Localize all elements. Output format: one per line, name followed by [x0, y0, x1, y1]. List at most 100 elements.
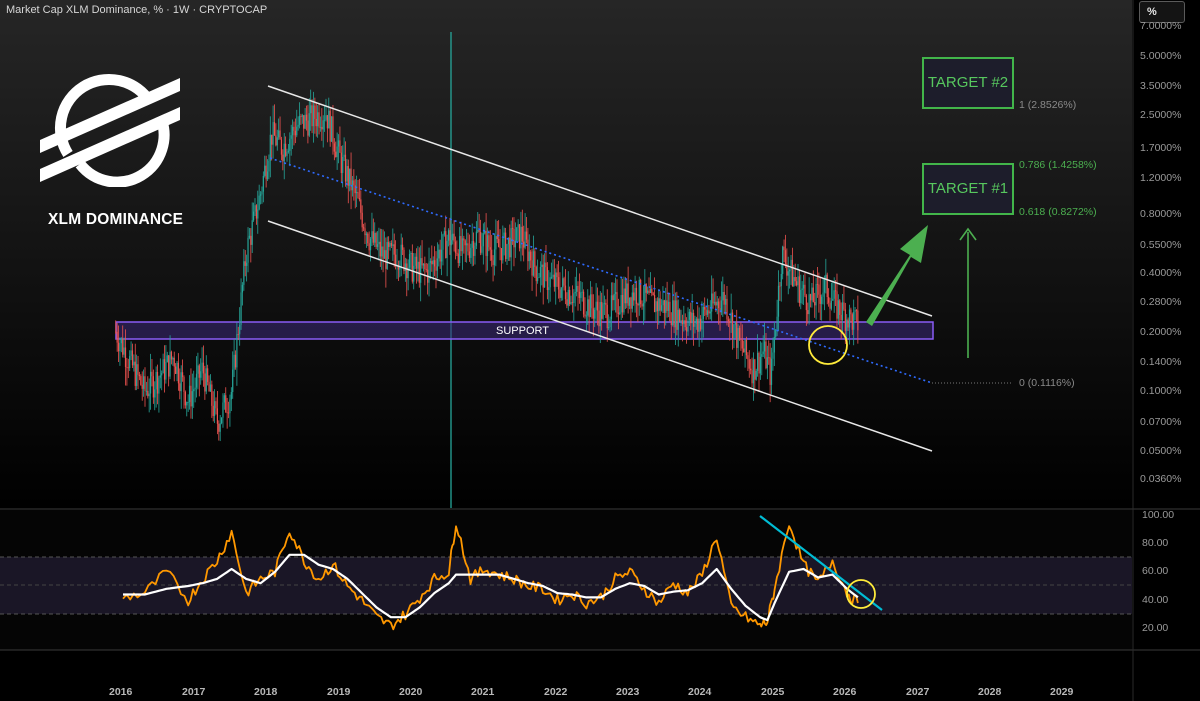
candle-body: [666, 300, 668, 311]
candle-body: [347, 165, 349, 186]
candle-body: [414, 256, 416, 266]
candle-body: [614, 292, 617, 294]
candle-body: [474, 245, 476, 256]
candle-body: [729, 321, 731, 324]
candle-body: [692, 312, 695, 327]
candle-body: [624, 288, 626, 304]
candle-body: [485, 230, 487, 256]
candle-body: [672, 300, 674, 325]
candle-body: [328, 110, 330, 129]
candle-body: [184, 391, 186, 406]
candle-body: [724, 298, 727, 305]
candle-body: [779, 285, 781, 287]
candle-body: [117, 342, 120, 352]
candle-body: [232, 369, 234, 393]
candle-body: [550, 277, 553, 278]
candle-body: [322, 120, 324, 130]
candle-body: [154, 389, 156, 398]
candle-body: [617, 312, 619, 314]
candle-body: [761, 354, 763, 357]
candle-body: [188, 385, 191, 403]
candle-body: [688, 311, 690, 320]
candle-body: [505, 232, 507, 259]
candle-body: [530, 251, 532, 261]
candle-body: [445, 231, 447, 259]
y-tick: 0.1000%: [1140, 385, 1182, 397]
candle-body: [433, 260, 436, 267]
candle-body: [815, 284, 817, 306]
target-1-box[interactable]: TARGET #1: [922, 163, 1014, 215]
candle-body: [804, 284, 806, 296]
candle-body: [723, 291, 725, 305]
x-tick: 2025: [761, 686, 785, 698]
candle-body: [346, 165, 348, 182]
candle-body: [805, 295, 807, 311]
candle-body: [258, 195, 260, 210]
candle-body: [528, 251, 530, 262]
candle-body: [789, 270, 791, 272]
candle-body: [851, 314, 853, 330]
candle-body: [833, 290, 835, 299]
candle-body: [262, 175, 264, 192]
candle-body: [124, 347, 127, 367]
candle-body: [337, 140, 340, 147]
candle-body: [364, 228, 366, 236]
candle-body: [335, 151, 337, 158]
candle-body: [279, 130, 281, 140]
candle-body: [763, 341, 766, 352]
candle-body: [156, 371, 159, 394]
candle-body: [361, 212, 363, 228]
candle-body: [400, 244, 402, 267]
candle-body: [201, 362, 203, 372]
candle-body: [839, 300, 841, 315]
x-tick: 2022: [544, 686, 568, 698]
candle-body: [571, 302, 574, 303]
y-tick: 1.7000%: [1140, 142, 1182, 154]
candle-body: [214, 401, 216, 416]
candle-body: [382, 246, 384, 259]
candle-body: [642, 303, 645, 307]
candle-body: [699, 318, 702, 330]
candle-body: [371, 231, 373, 239]
candle-body: [453, 233, 455, 242]
candle-body: [415, 256, 418, 269]
candle-body: [509, 237, 511, 258]
candle-body: [569, 289, 571, 305]
candle-body: [663, 300, 665, 313]
candle-body: [222, 402, 224, 418]
candle-body: [580, 292, 582, 298]
candle-body: [488, 235, 490, 248]
candle-body: [275, 135, 277, 146]
candle-body: [411, 252, 413, 282]
candle-body: [566, 299, 568, 306]
x-tick: 2028: [978, 686, 1002, 698]
candle-body: [555, 272, 557, 287]
candle-body: [612, 295, 614, 301]
candle-body: [608, 327, 610, 329]
fib-level-0786: 0.786 (1.4258%): [1019, 159, 1097, 171]
candle-body: [176, 362, 178, 374]
candle-body: [408, 254, 411, 268]
candle-body: [463, 238, 465, 241]
candle-body: [482, 233, 484, 247]
candle-body: [367, 233, 369, 244]
candle-body: [680, 320, 682, 322]
candle-body: [422, 263, 425, 266]
candle-body: [390, 243, 393, 246]
candle-body: [389, 243, 391, 247]
target-2-box[interactable]: TARGET #2: [922, 57, 1014, 109]
candle-body: [233, 354, 235, 370]
candle-body: [591, 294, 593, 309]
brand-title: XLM DOMINANCE: [48, 211, 184, 228]
candle-body: [138, 374, 141, 377]
candle-body: [722, 291, 724, 301]
candle-body: [215, 401, 217, 409]
candle-body: [702, 307, 704, 319]
candle-body: [836, 291, 838, 319]
candle-body: [297, 124, 299, 127]
candle-body: [129, 356, 131, 369]
candle-body: [212, 405, 214, 416]
candle-body: [712, 293, 714, 304]
candle-body: [542, 264, 544, 288]
candle-body: [744, 339, 746, 353]
